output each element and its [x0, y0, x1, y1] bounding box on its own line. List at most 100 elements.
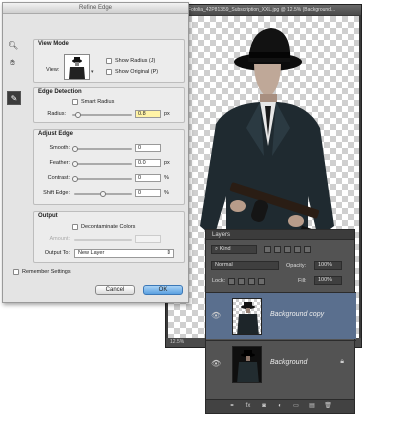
lock-all-icon[interactable] [258, 278, 265, 285]
blend-mode-select[interactable]: Normal [211, 261, 279, 270]
hand-tool-icon[interactable]: ✋︎ [8, 58, 17, 67]
smooth-label: Smooth: [49, 145, 70, 151]
lock-label: Lock: [212, 278, 226, 284]
lock-position-icon[interactable] [248, 278, 255, 285]
adjustment-layer-icon[interactable]: ◐ [276, 403, 284, 410]
fill-value: 100% [318, 277, 333, 283]
smart-radius-label: Smart Radius [81, 99, 115, 105]
edge-detection-title: Edge Detection [38, 89, 82, 95]
radius-slider-track[interactable] [72, 114, 132, 116]
remember-settings-checkbox[interactable] [13, 269, 19, 275]
smart-radius-checkbox[interactable] [72, 99, 78, 105]
feather-input[interactable]: 0.0 [135, 159, 161, 167]
contrast-slider-thumb[interactable] [72, 176, 78, 182]
cancel-button[interactable]: Cancel [95, 285, 135, 295]
lock-transparent-icon[interactable] [228, 278, 235, 285]
shift-edge-label: Shift Edge: [43, 190, 70, 196]
radius-unit: px [164, 111, 170, 117]
figure-thumbnail-icon [237, 350, 259, 382]
adjustment-filter-icon[interactable] [274, 246, 281, 253]
smooth-input[interactable]: 0 [135, 144, 161, 152]
remember-settings-label: Remember Settings [22, 269, 71, 275]
view-mode-title: View Mode [38, 41, 69, 47]
feather-label: Feather: [49, 160, 70, 166]
layer-style-icon[interactable]: fx [244, 403, 252, 410]
feather-slider-track[interactable] [74, 163, 132, 165]
fill-input[interactable]: 100% [314, 276, 342, 285]
contrast-unit: % [164, 175, 169, 181]
edge-detection-group: Edge Detection Smart Radius Radius: 0.8 … [33, 87, 185, 123]
layers-panel[interactable]: Layers ⌕ Kind Normal Opacity: 100% Lock:… [205, 229, 356, 414]
add-mask-icon[interactable]: ◙ [260, 403, 268, 410]
layer-row-background-copy[interactable]: 👁︎ Background copy [206, 292, 356, 339]
radius-input[interactable]: 0.8 [135, 110, 161, 118]
eye-icon[interactable]: 👁︎ [211, 359, 221, 368]
radius-slider-thumb[interactable] [74, 112, 81, 118]
pixel-filter-icon[interactable] [264, 246, 271, 253]
amount-input [135, 235, 161, 243]
view-mode-group: View Mode View: ▾ Show Radius (J) Show O… [33, 39, 185, 83]
dialog-title: Refine Edge [3, 3, 188, 14]
output-to-select[interactable]: New Layer ⇕ [74, 249, 174, 258]
feather-slider-thumb[interactable] [72, 161, 78, 167]
contrast-slider-track[interactable] [74, 178, 132, 180]
smooth-slider-track[interactable] [74, 148, 132, 150]
lock-icon: 🔒︎ [340, 358, 344, 365]
chevron-updown-icon: ⇕ [166, 250, 171, 256]
link-layers-icon[interactable]: ⚭ [228, 403, 236, 410]
output-to-value: New Layer [78, 250, 105, 256]
type-filter-icon[interactable] [284, 246, 291, 253]
shift-edge-input[interactable]: 0 [135, 189, 161, 197]
smooth-slider-thumb[interactable] [72, 146, 78, 152]
layer-thumbnail [232, 346, 262, 383]
feather-unit: px [164, 160, 170, 166]
layer-name[interactable]: Background [270, 359, 307, 366]
show-original-checkbox[interactable] [106, 69, 112, 75]
fill-label: Fill: [298, 278, 307, 284]
shift-edge-unit: % [164, 190, 169, 196]
layer-name[interactable]: Background copy [270, 311, 324, 318]
ok-button[interactable]: OK [143, 285, 183, 295]
new-layer-icon[interactable]: ▤ [308, 403, 316, 410]
figure-thumbnail-icon [69, 57, 85, 79]
adjust-edge-title: Adjust Edge [38, 131, 74, 137]
lock-image-icon[interactable] [238, 278, 245, 285]
filter-kind-value: Kind [219, 246, 231, 252]
output-title: Output [38, 213, 58, 219]
eye-icon[interactable]: 👁︎ [211, 311, 221, 320]
amount-label: Amount: [49, 236, 70, 242]
trash-icon[interactable]: 🗑 [324, 403, 332, 410]
layers-tab[interactable]: Layers [206, 230, 354, 240]
zoom-level: 12.5% [170, 339, 185, 345]
output-to-label: Output To: [44, 250, 70, 256]
contrast-label: Contrast: [47, 175, 70, 181]
refine-radius-tool-icon[interactable]: ✎ [7, 91, 21, 105]
shift-edge-slider-thumb[interactable] [100, 191, 106, 197]
decontaminate-colors-label: Decontaminate Colors [81, 224, 136, 230]
opacity-label: Opacity: [286, 263, 307, 269]
shape-filter-icon[interactable] [294, 246, 301, 253]
new-group-icon[interactable]: ▭ [292, 403, 300, 410]
show-radius-checkbox[interactable] [106, 58, 112, 64]
filter-kind-select[interactable]: ⌕ Kind [211, 245, 257, 254]
contrast-input[interactable]: 0 [135, 174, 161, 182]
figure-thumbnail-icon [237, 302, 259, 334]
refine-edge-dialog[interactable]: Refine Edge 🔍︎ ✋︎ ✎ View Mode View: ▾ Sh… [2, 2, 189, 303]
opacity-value: 100% [318, 262, 333, 268]
blend-mode-value: Normal [215, 262, 233, 268]
chevron-down-icon[interactable]: ▾ [91, 69, 94, 75]
show-original-label: Show Original (P) [115, 69, 159, 75]
document-title: Fotolia_42P81359_Subscription_XXL.jpg @ … [166, 5, 361, 15]
view-label: View: [46, 67, 60, 73]
layer-row-background[interactable]: 👁︎ Background 🔒︎ [206, 340, 356, 387]
radius-label: Radius: [47, 111, 66, 117]
zoom-tool-icon[interactable]: 🔍︎ [8, 41, 18, 50]
smart-object-filter-icon[interactable] [304, 246, 311, 253]
layers-bottom-toolbar: ⚭ fx ◙ ◐ ▭ ▤ 🗑 [206, 399, 354, 413]
decontaminate-colors-checkbox[interactable] [72, 224, 78, 230]
view-thumbnail[interactable] [64, 54, 90, 80]
output-group: Output Decontaminate Colors Amount: Outp… [33, 211, 185, 263]
opacity-input[interactable]: 100% [314, 261, 342, 270]
amount-slider-track [74, 239, 132, 241]
adjust-edge-group: Adjust Edge Smooth: 0 Feather: 0.0 px Co… [33, 129, 185, 205]
